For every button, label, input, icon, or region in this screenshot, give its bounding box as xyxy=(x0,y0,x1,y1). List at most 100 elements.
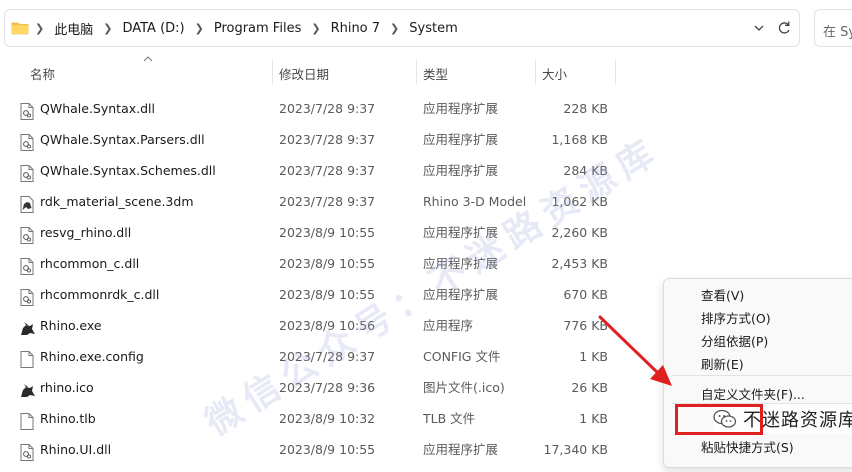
file-name: rhino.ico xyxy=(40,380,94,395)
rhino-app-icon xyxy=(20,317,36,337)
menu-item-refresh[interactable]: 刷新(E) xyxy=(701,354,744,373)
menu-item-sort[interactable]: 排序方式(O) xyxy=(701,308,771,327)
file-name: rhcommonrdk_c.dll xyxy=(40,287,160,302)
file-size: 1,168 KB xyxy=(551,132,608,147)
chevron-right-icon[interactable]: ❯ xyxy=(189,22,210,35)
file-size: 26 KB xyxy=(571,380,608,395)
file-size: 1,062 KB xyxy=(551,194,608,209)
file-row[interactable]: rhcommon_c.dll 2023/8/9 10:55 应用程序扩展 2,4… xyxy=(0,248,852,279)
menu-separator xyxy=(672,375,852,376)
blank-file-icon xyxy=(20,348,34,368)
file-name: Rhino.tlb xyxy=(40,411,96,426)
file-size: 776 KB xyxy=(563,318,608,333)
column-header-name[interactable]: 名称 xyxy=(30,64,55,83)
file-size: 228 KB xyxy=(563,101,608,116)
file-type: 应用程序扩展 xyxy=(423,163,499,178)
chevron-right-icon[interactable]: ❯ xyxy=(29,22,50,35)
file-date: 2023/7/28 9:37 xyxy=(279,132,376,147)
file-row[interactable]: QWhale.Syntax.Schemes.dll 2023/7/28 9:37… xyxy=(0,155,852,186)
dll-file-icon xyxy=(20,224,34,244)
file-date: 2023/7/28 9:37 xyxy=(279,194,376,209)
file-date: 2023/7/28 9:37 xyxy=(279,101,376,116)
wechat-icon xyxy=(713,409,737,428)
file-name: QWhale.Syntax.Schemes.dll xyxy=(40,163,216,178)
address-bar-row: ❯ 此电脑 ❯ DATA (D:) ❯ Program Files ❯ Rhin… xyxy=(0,0,852,58)
breadcrumb-this-pc[interactable]: 此电脑 xyxy=(50,19,97,38)
column-divider[interactable] xyxy=(615,60,616,84)
file-name: rhcommon_c.dll xyxy=(40,256,140,271)
file-row[interactable]: rdk_material_scene.3dm 2023/7/28 9:37 Rh… xyxy=(0,186,852,217)
dll-file-icon xyxy=(20,162,34,182)
file-size: 17,340 KB xyxy=(543,442,608,457)
chevron-right-icon[interactable]: ❯ xyxy=(384,22,405,35)
file-size: 670 KB xyxy=(563,287,608,302)
folder-icon xyxy=(11,22,29,35)
chevron-down-icon[interactable] xyxy=(752,22,766,34)
file-row[interactable]: QWhale.Syntax.Parsers.dll 2023/7/28 9:37… xyxy=(0,124,852,155)
dll-file-icon xyxy=(20,255,34,275)
file-type: TLB 文件 xyxy=(423,411,476,426)
menu-item-customize-folder[interactable]: 自定义文件夹(F)... xyxy=(701,384,805,403)
column-header-type[interactable]: 类型 xyxy=(423,64,448,83)
file-size: 2,260 KB xyxy=(551,225,608,240)
file-type: 应用程序扩展 xyxy=(423,225,499,240)
search-input[interactable]: 在 Sys xyxy=(823,21,852,40)
chevron-right-icon[interactable]: ❯ xyxy=(97,22,118,35)
menu-item-group[interactable]: 分组依据(P) xyxy=(701,331,768,350)
dll-file-icon xyxy=(20,441,34,461)
dll-file-icon xyxy=(20,131,34,151)
file-row[interactable]: resvg_rhino.dll 2023/8/9 10:55 应用程序扩展 2,… xyxy=(0,217,852,248)
breadcrumb-program-files[interactable]: Program Files xyxy=(210,21,306,36)
refresh-icon[interactable] xyxy=(776,19,792,37)
file-name: Rhino.exe xyxy=(40,318,102,333)
breadcrumb-system[interactable]: System xyxy=(405,21,461,36)
column-header-date[interactable]: 修改日期 xyxy=(279,64,329,83)
dll-file-icon xyxy=(20,100,34,120)
file-type: 应用程序扩展 xyxy=(423,256,499,271)
brand-watermark: 不迷路资源库 xyxy=(713,404,852,434)
file-size: 2,453 KB xyxy=(551,256,608,271)
chevron-right-icon[interactable]: ❯ xyxy=(305,22,326,35)
file-date: 2023/8/9 10:55 xyxy=(279,287,376,302)
file-size: 1 KB xyxy=(579,349,608,364)
context-menu: 查看(V) 排序方式(O) 分组依据(P) 刷新(E) 自定义文件夹(F)...… xyxy=(663,278,852,468)
file-name: QWhale.Syntax.Parsers.dll xyxy=(40,132,205,147)
file-type: 应用程序扩展 xyxy=(423,442,499,457)
menu-item-paste-shortcut[interactable]: 粘贴快捷方式(S) xyxy=(701,437,794,456)
breadcrumb-drive[interactable]: DATA (D:) xyxy=(118,21,188,36)
breadcrumb: ❯ 此电脑 ❯ DATA (D:) ❯ Program Files ❯ Rhin… xyxy=(29,10,462,46)
column-headers: 名称 修改日期 类型 大小 xyxy=(0,56,852,86)
file-size: 284 KB xyxy=(563,163,608,178)
file-date: 2023/8/9 10:32 xyxy=(279,411,376,426)
file-date: 2023/8/9 10:55 xyxy=(279,442,376,457)
column-divider[interactable] xyxy=(535,60,536,84)
file-type: 应用程序扩展 xyxy=(423,101,499,116)
menu-item-view[interactable]: 查看(V) xyxy=(701,285,744,304)
file-date: 2023/7/28 9:37 xyxy=(279,163,376,178)
breadcrumb-rhino[interactable]: Rhino 7 xyxy=(327,21,384,36)
search-box[interactable]: 在 Sys xyxy=(814,9,852,47)
column-divider[interactable] xyxy=(272,60,273,84)
file-name: QWhale.Syntax.dll xyxy=(40,101,155,116)
file-date: 2023/8/9 10:55 xyxy=(279,225,376,240)
file-name: Rhino.exe.config xyxy=(40,349,144,364)
rhino-app-icon xyxy=(20,379,36,399)
column-divider[interactable] xyxy=(416,60,417,84)
column-header-size[interactable]: 大小 xyxy=(542,64,567,83)
file-type: 应用程序扩展 xyxy=(423,132,499,147)
blank-file-icon xyxy=(20,410,34,430)
file-size: 1 KB xyxy=(579,411,608,426)
file-name: Rhino.UI.dll xyxy=(40,442,112,457)
file-type: CONFIG 文件 xyxy=(423,349,501,364)
address-bar[interactable]: ❯ 此电脑 ❯ DATA (D:) ❯ Program Files ❯ Rhin… xyxy=(4,9,800,47)
file-date: 2023/7/28 9:36 xyxy=(279,380,376,395)
file-type: 应用程序 xyxy=(423,318,474,333)
brand-text: 不迷路资源库 xyxy=(743,410,852,431)
file-type: 应用程序扩展 xyxy=(423,287,499,302)
sort-ascending-icon xyxy=(143,56,153,62)
file-name: resvg_rhino.dll xyxy=(40,225,132,240)
file-row[interactable]: QWhale.Syntax.dll 2023/7/28 9:37 应用程序扩展 … xyxy=(0,93,852,124)
file-date: 2023/7/28 9:37 xyxy=(279,349,376,364)
rhino-model-icon xyxy=(20,193,34,213)
file-date: 2023/8/9 10:55 xyxy=(279,256,376,271)
